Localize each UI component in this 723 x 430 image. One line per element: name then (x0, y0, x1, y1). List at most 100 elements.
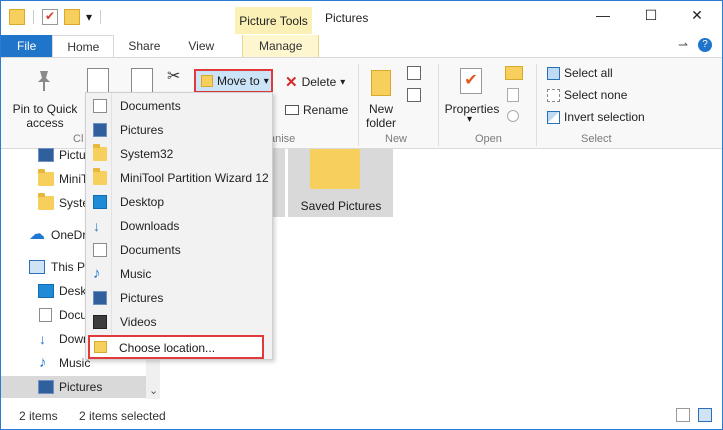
invert-selection-icon (547, 110, 560, 124)
download-icon: ↓ (39, 331, 46, 347)
edit-icon[interactable] (507, 88, 519, 102)
help-icon[interactable]: ? (698, 38, 712, 52)
folder-icon (93, 144, 107, 161)
window-title: Pictures (325, 11, 369, 25)
open-icon[interactable] (505, 66, 523, 80)
document-icon (39, 308, 52, 322)
menu-item-downloads[interactable]: ↓ Downloads (86, 214, 272, 238)
pin-ribbon-icon[interactable]: ⇀ (678, 38, 688, 52)
group-divider (438, 64, 439, 146)
menu-item-videos[interactable]: Videos (86, 310, 272, 334)
tab-manage[interactable]: Manage (242, 35, 320, 57)
new-folder-button[interactable]: New folder (359, 102, 403, 130)
pictures-icon (93, 291, 107, 305)
delete-button[interactable]: ✕ Delete ▾ (285, 73, 345, 91)
select-group-label: Select (581, 133, 612, 145)
context-tab-group-picture-tools: Picture Tools (235, 7, 312, 34)
select-none-button[interactable]: Select none (547, 88, 627, 102)
selected-count: 2 items selected (79, 409, 166, 423)
menu-item-system32[interactable]: System32 (86, 142, 272, 166)
large-icons-view-icon[interactable] (698, 408, 712, 422)
minimize-button[interactable]: — (593, 7, 613, 23)
select-all-icon (547, 66, 560, 80)
folder-icon (310, 149, 360, 189)
new-item-icon[interactable] (407, 66, 421, 80)
delete-label: Delete (301, 75, 337, 89)
details-view-icon[interactable] (676, 408, 690, 422)
pictures-icon (93, 123, 107, 137)
select-all-label: Select all (564, 66, 613, 80)
rename-icon (285, 105, 299, 115)
ribbon-tabs: File Home Share View Manage ⇀ ? (1, 35, 722, 57)
easy-access-icon[interactable] (407, 88, 421, 102)
quick-access-toolbar: ✔ ▾ (9, 9, 103, 25)
tab-home[interactable]: Home (52, 35, 115, 57)
menu-item-pictures[interactable]: Pictures (86, 118, 272, 142)
document-icon (93, 243, 107, 257)
music-icon: ♪ (39, 354, 47, 371)
tab-file[interactable]: File (1, 35, 53, 57)
menu-item-minitool[interactable]: MiniTool Partition Wizard 12 (86, 166, 272, 190)
nav-item-pictures-selected[interactable]: Pictures (1, 376, 146, 398)
qat-separator (100, 10, 102, 24)
document-icon (93, 99, 107, 113)
menu-item-documents-2[interactable]: Documents (86, 238, 272, 262)
select-none-icon (547, 88, 560, 102)
folder-icon (93, 168, 107, 185)
pin-to-quick-access-button[interactable]: Pin to Quick access (9, 102, 81, 130)
rename-label: Rename (303, 103, 349, 117)
status-bar: 2 items 2 items selected (1, 403, 722, 429)
choose-location-menu-item[interactable]: Choose location... (88, 335, 264, 359)
select-none-label: Select none (564, 88, 628, 102)
chevron-down-icon: ▾ (467, 114, 473, 125)
desktop-icon (38, 284, 54, 298)
explorer-window: ✔ ▾ Picture Tools Pictures — ☐ ✕ File Ho… (0, 0, 723, 430)
close-button[interactable]: ✕ (687, 7, 707, 24)
menu-item-documents[interactable]: Documents (86, 94, 272, 118)
maximize-button[interactable]: ☐ (641, 7, 661, 24)
chevron-down-icon: ▾ (263, 75, 269, 87)
computer-icon (29, 260, 45, 274)
cloud-icon: ☁ (29, 226, 45, 243)
saved-pictures-label: Saved Pictures (300, 199, 382, 213)
move-to-icon (201, 75, 213, 87)
tab-view[interactable]: View (174, 35, 228, 57)
desktop-icon (93, 195, 107, 209)
menu-item-desktop[interactable]: Desktop (86, 190, 272, 214)
folder-icon (94, 341, 107, 353)
rename-button[interactable]: Rename (285, 103, 348, 117)
tab-share[interactable]: Share (114, 35, 174, 57)
videos-icon (93, 315, 107, 329)
move-to-menu: Documents Pictures System32 MiniTool Par… (85, 92, 273, 360)
item-count: 2 items (19, 409, 58, 423)
pictures-icon (38, 148, 54, 162)
download-icon: ↓ (93, 218, 100, 234)
select-all-button[interactable]: Select all (547, 66, 613, 80)
invert-selection-label: Invert selection (564, 110, 645, 124)
folder-icon (38, 169, 54, 186)
history-icon[interactable] (507, 110, 519, 122)
menu-item-pictures-2[interactable]: Pictures (86, 286, 272, 310)
qat-customize-dropdown[interactable]: ▾ (86, 10, 92, 24)
scroll-down-arrow-icon[interactable]: ⌄ (149, 384, 158, 397)
menu-item-music[interactable]: ♪ Music (86, 262, 272, 286)
properties-icon: ✔ (460, 68, 482, 94)
group-divider (536, 64, 537, 146)
cut-icon[interactable]: ✂ (167, 66, 180, 86)
invert-selection-button[interactable]: Invert selection (547, 110, 645, 124)
move-to-button[interactable]: Move to ▾ (194, 69, 273, 93)
move-to-label: Move to (217, 74, 260, 88)
open-group-label: Open (475, 133, 502, 145)
new-folder-icon[interactable] (64, 9, 80, 25)
folder-icon (9, 9, 25, 25)
qat-separator (33, 10, 34, 24)
chevron-down-icon: ▾ (340, 76, 346, 88)
delete-x-icon: ✕ (285, 74, 298, 91)
title-bar: ✔ ▾ Picture Tools Pictures — ☐ ✕ (1, 1, 722, 35)
new-folder-icon (371, 70, 391, 96)
pictures-icon (38, 380, 54, 394)
pin-icon (36, 70, 52, 92)
properties-check-icon[interactable]: ✔ (42, 9, 58, 25)
folder-icon (38, 193, 54, 210)
music-icon: ♪ (93, 265, 101, 282)
